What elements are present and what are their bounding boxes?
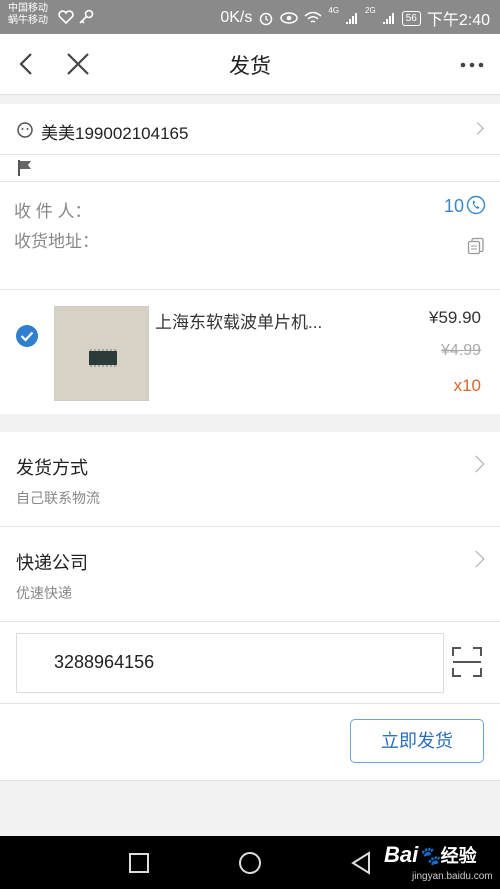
product-item[interactable]: 上海东软载波单片机... ¥59.90 ¥4.99 x10 — [0, 290, 500, 414]
signal-icon-2 — [382, 13, 394, 24]
tracking-number-input[interactable]: 3288964156 — [16, 633, 444, 693]
flag-icon — [18, 160, 31, 176]
recent-apps-icon[interactable] — [128, 852, 150, 874]
back-nav-icon[interactable] — [350, 851, 372, 875]
home-icon[interactable] — [238, 851, 262, 875]
chip-graphic — [89, 349, 117, 367]
chevron-right-icon — [467, 550, 485, 568]
product-image[interactable] — [54, 306, 149, 401]
shipping-method-value: 自己联系物流 — [16, 490, 100, 506]
product-original-price: ¥4.99 — [440, 342, 481, 359]
watermark-brand: Bai — [384, 842, 419, 867]
tracking-number-value: 3288964156 — [54, 652, 155, 672]
eye-icon — [280, 12, 299, 24]
flag-row[interactable] — [0, 155, 500, 182]
more-icon[interactable] — [460, 62, 484, 68]
network-speed: 0K/s — [220, 9, 253, 26]
phone-call-icon[interactable] — [466, 195, 486, 215]
buyer-face-icon — [17, 122, 33, 138]
scan-icon[interactable] — [452, 647, 482, 677]
buyer-row[interactable]: 美美199002104165 — [0, 104, 500, 155]
network-type-1: 4G — [328, 6, 340, 15]
watermark-logo: Bai🐾经验 — [384, 842, 477, 868]
courier-row[interactable]: 快递公司 优速快递 — [0, 527, 500, 622]
product-price: ¥59.90 — [429, 308, 481, 327]
watermark-url: jingyan.baidu.com — [412, 871, 493, 882]
alarm-icon — [260, 12, 273, 26]
receiver-name-label: 收 件 人： — [14, 202, 92, 221]
system-nav-bar: Bai🐾经验 jingyan.baidu.com — [0, 836, 500, 889]
heart-rate-icon — [58, 10, 74, 24]
tracking-row: 3288964156 — [0, 622, 500, 704]
page-title: 发货 — [229, 55, 271, 78]
carrier-2: 蜗牛移动 — [8, 15, 48, 26]
status-right: 0K/s 4G 2G 56 下午2:40 — [220, 6, 490, 30]
carrier-1: 中国移动 — [8, 3, 48, 14]
product-title[interactable]: 上海东软载波单片机... — [155, 308, 322, 333]
shipping-method-row[interactable]: 发货方式 自己联系物流 — [0, 432, 500, 527]
courier-label: 快递公司 — [16, 553, 88, 573]
battery-level: 56 — [401, 10, 421, 26]
key-icon — [79, 9, 94, 24]
receiver-address-label: 收货地址： — [14, 232, 99, 251]
copy-icon[interactable] — [467, 237, 485, 255]
shipping-method-label: 发货方式 — [16, 458, 88, 478]
signal-icon-1 — [346, 13, 358, 24]
status-bar: 中国移动 蜗牛移动 0K/s 4G 2G 56 下午2:40 — [0, 0, 500, 34]
product-quantity: x10 — [453, 376, 481, 395]
wifi-icon — [304, 11, 322, 23]
receiver-section: 收 件 人： 收货地址： 10 — [0, 182, 500, 290]
buyer-name: 美美199002104165 — [41, 124, 189, 143]
chevron-right-icon — [467, 455, 485, 473]
ship-now-button[interactable]: 立即发货 — [350, 719, 484, 763]
chevron-right-icon — [471, 122, 484, 135]
checkbox-checked-icon[interactable] — [15, 324, 39, 348]
network-type-2: 2G — [365, 6, 376, 15]
receiver-phone[interactable]: 10 — [444, 196, 464, 217]
paw-icon: 🐾 — [418, 846, 441, 866]
nav-bar: 发货 — [0, 34, 500, 95]
status-time: 下午2:40 — [426, 12, 490, 29]
carrier-info: 中国移动 蜗牛移动 — [8, 3, 48, 27]
watermark-sub: 经验 — [440, 846, 477, 866]
courier-value: 优速快递 — [16, 585, 72, 601]
